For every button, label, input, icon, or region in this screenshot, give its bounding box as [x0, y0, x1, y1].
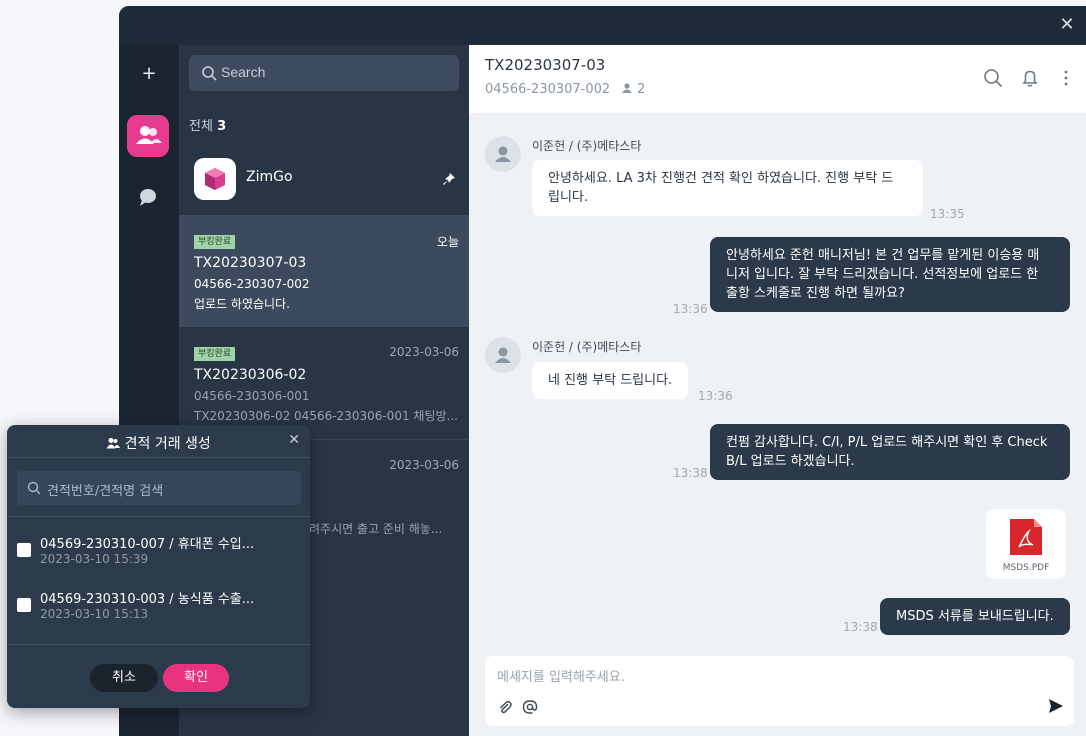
pdf-icon: [1010, 519, 1042, 555]
people-icon: [106, 438, 121, 449]
window-topbar: ✕: [119, 6, 1086, 45]
quote-date: 2023-03-10 15:13: [40, 607, 149, 621]
message-bubble: 컨펌 감사합니다. C/I, P/L 업로드 해주시면 확인 후 Check B…: [710, 424, 1070, 480]
message-time: 13:35: [930, 207, 965, 221]
divider: [7, 644, 310, 645]
pinned-conversation[interactable]: ZimGo: [179, 143, 469, 215]
conversation-preview: 려주시면 출고 준비 해놓...: [309, 522, 443, 536]
people-icon[interactable]: [127, 115, 169, 157]
conversation-preview: 업로드 하였습니다.: [194, 297, 290, 311]
bell-icon[interactable]: [1019, 67, 1041, 89]
conversation-date: 2023-03-06: [389, 345, 459, 359]
new-chat-button[interactable]: +: [119, 63, 179, 84]
row-checkbox[interactable]: [17, 543, 31, 557]
message-sender: 이준헌 / (주)메타스타: [532, 139, 642, 153]
search-icon: [27, 481, 41, 495]
message-bubble: MSDS 서류를 보내드립니다.: [880, 598, 1070, 635]
message-bubble: 안녕하세요. LA 3차 진행건 견적 확인 하였습니다. 진행 부탁 드 립니…: [532, 160, 923, 216]
message-time: 13:36: [673, 302, 708, 316]
quote-trade-modal: 견적 거래 생성 ✕ 견적번호/견적명 검색 04569-230310-007 …: [7, 425, 310, 708]
pin-icon[interactable]: [441, 171, 457, 187]
conversation-title: TX20230306-02: [194, 367, 307, 383]
confirm-button[interactable]: 확인: [163, 664, 229, 692]
zimgo-logo: [194, 158, 236, 200]
conversation-title: TX20230307-03: [194, 255, 307, 271]
chat-header: TX20230307-03 04566-230307-002 2: [469, 45, 1086, 113]
search-placeholder: 견적번호/견적명 검색: [47, 484, 164, 499]
more-icon[interactable]: [1055, 67, 1077, 89]
file-attachment[interactable]: MSDS.PDF: [986, 509, 1066, 579]
quote-search-input[interactable]: 견적번호/견적명 검색: [17, 471, 301, 505]
row-checkbox[interactable]: [17, 598, 31, 612]
close-icon[interactable]: ✕: [1056, 14, 1078, 36]
conversation-date: 오늘: [436, 235, 459, 249]
list-item[interactable]: 부킹완료 오늘 TX20230307-03 04566-230307-002 업…: [179, 215, 469, 327]
member-count[interactable]: 2: [621, 82, 645, 97]
chat-icon[interactable]: [136, 185, 160, 209]
conversation-name: ZimGo: [246, 169, 293, 185]
conversation-date: 2023-03-06: [389, 458, 459, 472]
message-time: 13:36: [698, 389, 733, 403]
avatar: [485, 337, 521, 373]
status-badge: 부킹완료: [194, 347, 236, 361]
quote-date: 2023-03-10 15:39: [40, 552, 149, 566]
quote-row[interactable]: 04569-230310-003 / 농식품 수출... 2023-03-10 …: [17, 584, 302, 628]
input-placeholder: 메세지를 입력해주세요.: [497, 670, 625, 685]
conversation-preview: TX20230306-02 04566-230306-001 채팅방...: [194, 409, 458, 423]
close-icon[interactable]: ✕: [288, 432, 300, 448]
person-icon: [622, 83, 632, 93]
avatar: [485, 136, 521, 172]
quote-title: 04569-230310-007 / 휴대폰 수입...: [40, 537, 255, 552]
conversation-search[interactable]: Search: [189, 55, 459, 91]
message-input[interactable]: 메세지를 입력해주세요.: [485, 656, 1074, 726]
message-sender: 이준헌 / (주)메타스타: [532, 340, 642, 354]
list-item[interactable]: 부킹완료 2023-03-06 TX20230306-02 04566-2303…: [179, 327, 469, 439]
chat-subtitle: 04566-230307-002: [485, 82, 611, 97]
modal-header: 견적 거래 생성 ✕: [7, 425, 310, 458]
divider: [7, 516, 310, 517]
quote-title: 04569-230310-003 / 농식품 수출...: [40, 592, 255, 607]
send-icon[interactable]: [1047, 697, 1065, 715]
message-bubble: 네 진행 부탁 드립니다.: [532, 362, 689, 399]
chat-title: TX20230307-03: [485, 56, 606, 74]
modal-title: 견적 거래 생성: [124, 436, 211, 452]
conversation-count: 전체 3: [189, 119, 227, 134]
chat-panel: TX20230307-03 04566-230307-002 2 이준헌 / (…: [469, 45, 1086, 736]
attach-icon[interactable]: [497, 699, 513, 715]
quote-row[interactable]: 04569-230310-007 / 휴대폰 수입... 2023-03-10 …: [17, 529, 302, 573]
cancel-button[interactable]: 취소: [90, 664, 158, 692]
search-icon: [202, 66, 217, 81]
conversation-subtitle: 04566-230306-001: [194, 389, 310, 403]
conversation-subtitle: 04566-230307-002: [194, 277, 310, 291]
message-bubble: 안녕하세요 준헌 매니저님! 본 건 업무를 맡게된 이승용 매 니저 입니다.…: [710, 237, 1070, 312]
search-icon[interactable]: [982, 67, 1004, 89]
file-name: MSDS.PDF: [1002, 563, 1050, 573]
mention-icon[interactable]: [522, 699, 538, 715]
search-placeholder: Search: [221, 64, 266, 80]
message-time: 13:38: [843, 620, 878, 634]
message-time: 13:38: [673, 466, 708, 480]
status-badge: 부킹완료: [194, 235, 236, 249]
